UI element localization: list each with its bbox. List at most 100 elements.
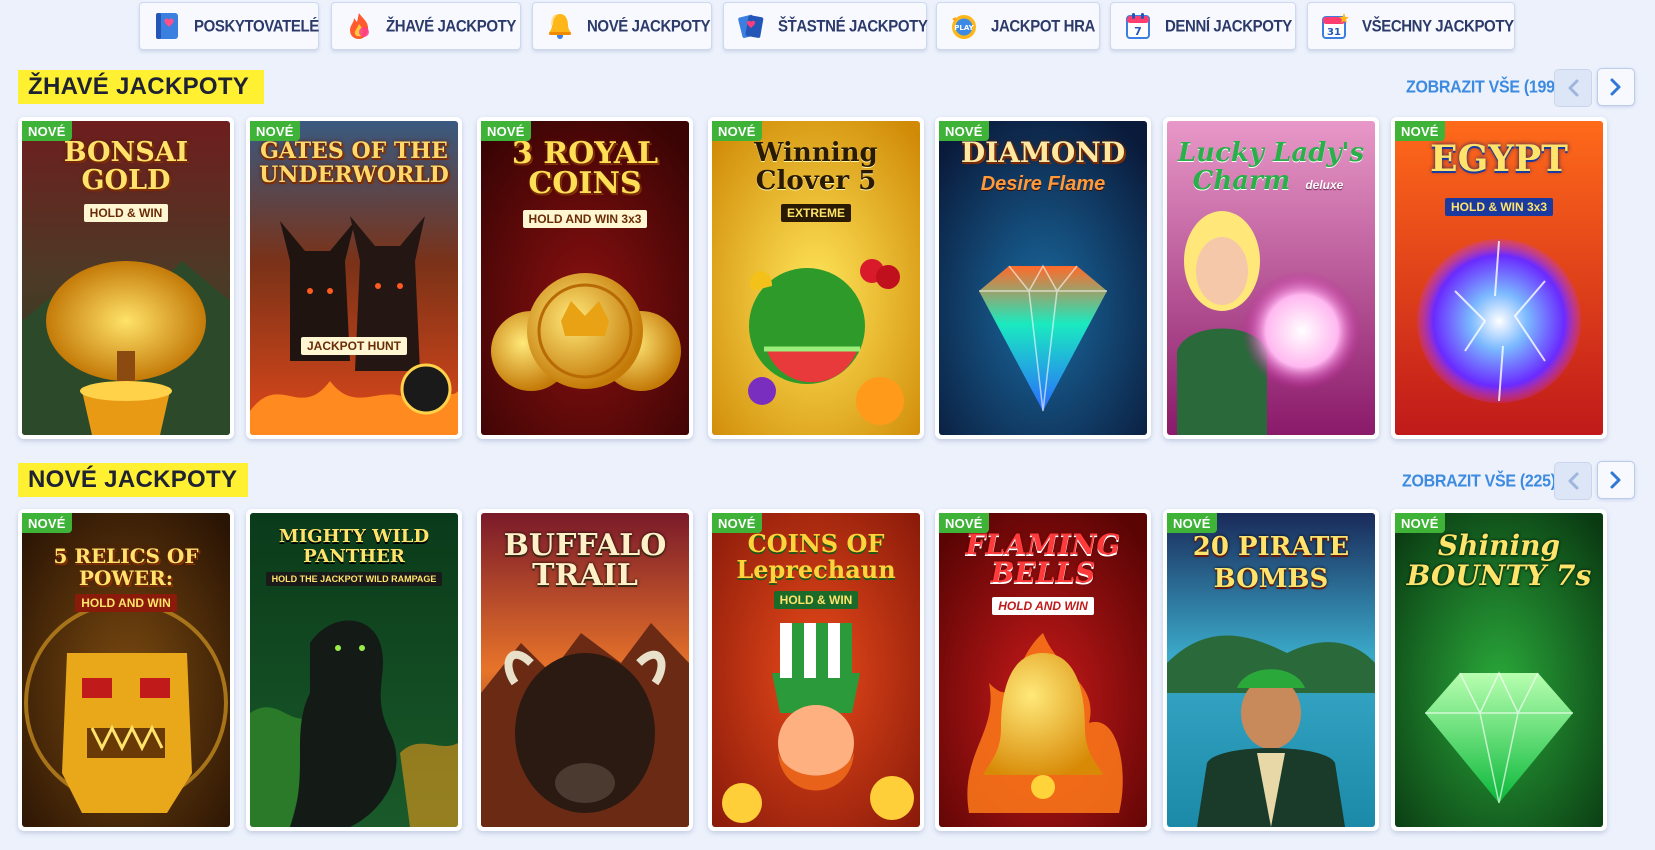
game-subtitle: HOLD & WIN xyxy=(83,204,169,222)
game-thumbnail: Lucky Lady's Charm deluxe xyxy=(1167,121,1375,435)
game-thumbnail: 5 RELICS OF POWER: HOLD AND WIN xyxy=(22,513,230,827)
game-card-diamond-desire-flame[interactable]: DIAMOND Desire Flame NOVÉ xyxy=(935,117,1151,439)
show-all-new-link[interactable]: ZOBRAZIT VŠE (225) xyxy=(1402,472,1556,492)
game-title: Winning Clover 5 EXTREME xyxy=(754,138,878,222)
game-title: GATES OF THE UNDERWORLD JACKPOT HUNT xyxy=(259,138,449,355)
game-card-gates-of-the-underworld[interactable]: GATES OF THE UNDERWORLD JACKPOT HUNT NOVÉ xyxy=(246,117,462,439)
game-card-flaming-bells[interactable]: FLAMING BELLS HOLD AND WIN NOVÉ xyxy=(935,509,1151,831)
tab-jackpot-game[interactable]: PLAY JACKPOT HRA xyxy=(936,2,1100,50)
game-title: 20 PIRATE BOMBS xyxy=(1192,532,1350,594)
svg-text:31: 31 xyxy=(1327,27,1341,38)
game-card-20-pirate-bombs[interactable]: 20 PIRATE BOMBS NOVÉ xyxy=(1163,509,1379,831)
game-subtitle: HOLD & WIN xyxy=(773,591,859,609)
hot-prev-button[interactable] xyxy=(1554,69,1592,107)
game-thumbnail: Shining BOUNTY 7s xyxy=(1395,513,1603,827)
new-badge: NOVÉ xyxy=(1167,513,1217,533)
jackpot-coin-icon: PLAY xyxy=(949,11,979,41)
tab-providers[interactable]: POSKYTOVATELÉ xyxy=(139,2,319,50)
game-title: 5 RELICS OF POWER: HOLD AND WIN xyxy=(53,544,199,612)
game-title: 3 ROYAL COINS HOLD AND WIN 3x3 xyxy=(511,136,659,228)
game-subtitle: HOLD AND WIN xyxy=(992,597,1094,615)
game-thumbnail: DIAMOND Desire Flame xyxy=(939,121,1147,435)
svg-text:7: 7 xyxy=(1134,25,1142,38)
game-title: BONSAI GOLD HOLD & WIN xyxy=(63,137,189,222)
game-title: Lucky Lady's Charm deluxe xyxy=(1177,138,1365,196)
new-badge: NOVÉ xyxy=(250,121,300,141)
tab-label: DENNÍ JACKPOTY xyxy=(1165,16,1292,36)
game-subtitle: HOLD AND WIN 3x3 xyxy=(522,210,648,228)
game-card-winning-clover-5[interactable]: Winning Clover 5 EXTREME NOVÉ xyxy=(708,117,924,439)
new-next-button[interactable] xyxy=(1597,461,1635,499)
bell-icon xyxy=(545,11,575,41)
providers-book-icon xyxy=(152,11,182,41)
game-thumbnail: FLAMING BELLS HOLD AND WIN xyxy=(939,513,1147,827)
new-badge: NOVÉ xyxy=(481,121,531,141)
svg-text:PLAY: PLAY xyxy=(954,24,974,32)
calendar-icon: 7 xyxy=(1123,11,1153,41)
new-badge: NOVÉ xyxy=(712,513,762,533)
new-badge: NOVÉ xyxy=(22,513,72,533)
new-prev-button[interactable] xyxy=(1554,462,1592,500)
show-all-hot-link[interactable]: ZOBRAZIT VŠE (199) xyxy=(1406,78,1560,98)
chevron-right-icon xyxy=(1610,471,1621,489)
game-title: Shining BOUNTY 7s xyxy=(1406,529,1592,592)
game-title: DIAMOND Desire Flame xyxy=(960,136,1126,195)
game-subtitle: HOLD AND WIN xyxy=(75,594,177,612)
game-thumbnail: 20 PIRATE BOMBS xyxy=(1167,513,1375,827)
game-subtitle: HOLD & WIN 3x3 xyxy=(1444,198,1553,216)
section-title-new-jackpots: NOVÉ JACKPOTY xyxy=(18,463,248,497)
new-badge: NOVÉ xyxy=(1395,121,1445,141)
lucky-cards-icon xyxy=(736,11,766,41)
game-title: BUFFALO TRAIL xyxy=(503,528,667,593)
game-card-mighty-wild-panther[interactable]: MIGHTY WILD PANTHER HOLD THE JACKPOT WILD… xyxy=(246,509,462,831)
game-card-buffalo-trail[interactable]: BUFFALO TRAIL xyxy=(477,509,693,831)
game-title: COINS OF Leprechaun HOLD & WIN xyxy=(736,529,896,609)
tab-label: POSKYTOVATELÉ xyxy=(194,16,319,36)
game-thumbnail: BONSAI GOLD HOLD & WIN xyxy=(22,121,230,435)
game-card-shining-bounty-7s[interactable]: Shining BOUNTY 7s NOVÉ xyxy=(1391,509,1607,831)
new-badge: NOVÉ xyxy=(1395,513,1445,533)
game-thumbnail: 3 ROYAL COINS HOLD AND WIN 3x3 xyxy=(481,121,689,435)
game-subtitle: EXTREME xyxy=(780,204,851,222)
tab-lucky-jackpots[interactable]: ŠŤASTNÉ JACKPOTY xyxy=(723,2,928,50)
game-card-bonsai-gold[interactable]: BONSAI GOLD HOLD & WIN NOVÉ xyxy=(18,117,234,439)
tab-daily-jackpots[interactable]: 7 DENNÍ JACKPOTY xyxy=(1110,2,1296,50)
game-subtitle: deluxe xyxy=(1305,178,1344,192)
game-card-3-royal-coins[interactable]: 3 ROYAL COINS HOLD AND WIN 3x3 NOVÉ xyxy=(477,117,693,439)
game-card-5-relics-of-power[interactable]: 5 RELICS OF POWER: HOLD AND WIN NOVÉ xyxy=(18,509,234,831)
game-subtitle: HOLD THE JACKPOT WILD RAMPAGE xyxy=(265,572,443,586)
tab-label: ŠŤASTNÉ JACKPOTY xyxy=(778,16,928,36)
new-badge: NOVÉ xyxy=(22,121,72,141)
tab-label: VŠECHNY JACKPOTY xyxy=(1362,16,1514,36)
section-title-hot-jackpots: ŽHAVÉ JACKPOTY xyxy=(18,70,264,104)
tab-new-jackpots[interactable]: NOVÉ JACKPOTY xyxy=(532,2,712,50)
game-card-egypt[interactable]: EGYPT HOLD & WIN 3x3 NOVÉ xyxy=(1391,117,1607,439)
new-badge: NOVÉ xyxy=(939,121,989,141)
game-title: MIGHTY WILD PANTHER HOLD THE JACKPOT WILD… xyxy=(250,527,458,587)
game-title: EGYPT HOLD & WIN 3x3 xyxy=(1430,138,1568,216)
game-title: FLAMING BELLS HOLD AND WIN xyxy=(965,528,1121,615)
game-card-lucky-ladys-charm[interactable]: Lucky Lady's Charm deluxe xyxy=(1163,117,1379,439)
chevron-right-icon xyxy=(1610,78,1621,96)
new-badge: NOVÉ xyxy=(712,121,762,141)
game-thumbnail: MIGHTY WILD PANTHER HOLD THE JACKPOT WILD… xyxy=(250,513,458,827)
tab-label: JACKPOT HRA xyxy=(991,16,1095,36)
game-thumbnail: Winning Clover 5 EXTREME xyxy=(712,121,920,435)
chevron-left-icon xyxy=(1568,79,1579,97)
game-thumbnail: COINS OF Leprechaun HOLD & WIN xyxy=(712,513,920,827)
tab-hot-jackpots[interactable]: ŽHAVÉ JACKPOTY xyxy=(331,2,521,50)
hot-next-button[interactable] xyxy=(1597,68,1635,106)
game-card-coins-of-leprechaun[interactable]: COINS OF Leprechaun HOLD & WIN NOVÉ xyxy=(708,509,924,831)
tab-label: NOVÉ JACKPOTY xyxy=(587,16,711,36)
game-subtitle: Desire Flame xyxy=(980,173,1106,195)
tab-label: ŽHAVÉ JACKPOTY xyxy=(386,16,516,36)
game-thumbnail: BUFFALO TRAIL xyxy=(481,513,689,827)
fire-icon xyxy=(344,11,374,41)
tab-all-jackpots[interactable]: 31 VŠECHNY JACKPOTY xyxy=(1307,2,1515,50)
new-badge: NOVÉ xyxy=(939,513,989,533)
chevron-left-icon xyxy=(1568,472,1579,490)
game-thumbnail: EGYPT HOLD & WIN 3x3 xyxy=(1395,121,1603,435)
game-thumbnail: GATES OF THE UNDERWORLD JACKPOT HUNT xyxy=(250,121,458,435)
game-subtitle: JACKPOT HUNT xyxy=(300,337,407,355)
calendar-star-icon: 31 xyxy=(1320,11,1350,41)
